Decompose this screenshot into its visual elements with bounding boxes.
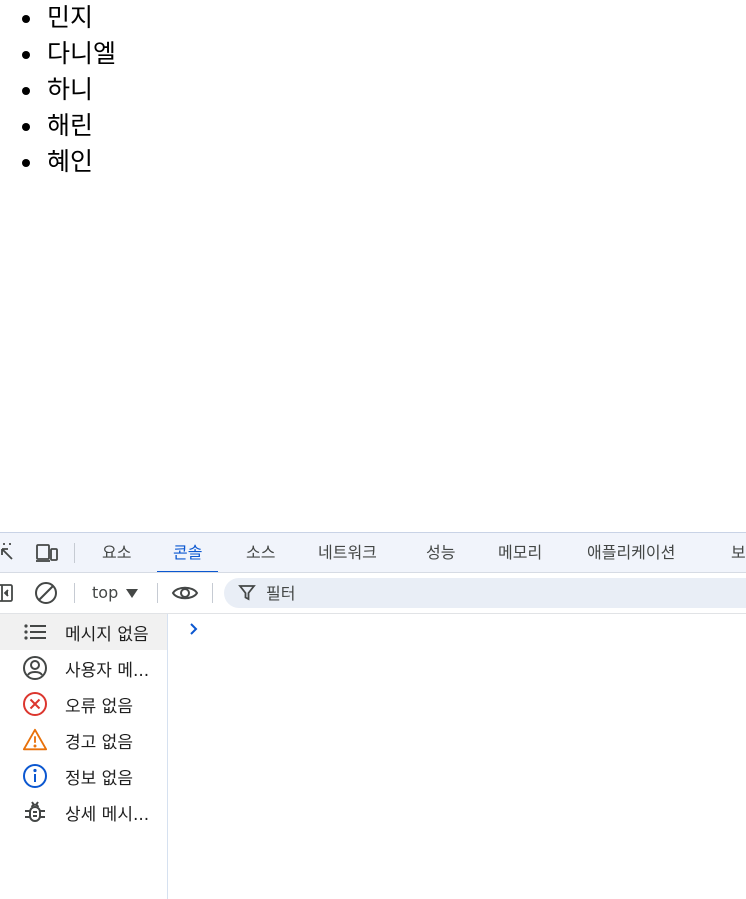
filter-box [224, 578, 746, 608]
tab-network[interactable]: 네트워크 [302, 533, 393, 572]
list-item-text: 다니엘 [47, 39, 117, 68]
devtools-tabbar: 요소 콘솔 소스 네트워크 성능 메모리 애플리케이션 보 [0, 532, 746, 573]
user-icon [22, 655, 48, 681]
tab-memory[interactable]: 메모리 [482, 533, 558, 572]
tab-sources[interactable]: 소스 [230, 533, 291, 572]
divider [212, 583, 213, 603]
list-item: 민지 [22, 0, 116, 36]
prompt-chevron-icon [190, 623, 198, 635]
divider [74, 583, 75, 603]
sidebar-item-label: 정보 없음 [65, 768, 133, 789]
list-item-text: 민지 [47, 3, 94, 32]
bullet [22, 123, 30, 131]
inspect-element-icon[interactable] [0, 541, 18, 565]
tab-application[interactable]: 애플리케이션 [571, 533, 691, 572]
caret-down-icon [126, 588, 139, 598]
sidebar-item-warnings[interactable]: 경고 없음 [0, 722, 167, 758]
tab-performance[interactable]: 성능 [410, 533, 471, 572]
sidebar-item-label: 상세 메시... [65, 804, 150, 825]
bullet [22, 51, 30, 59]
console-sidebar: 메시지 없음 사용자 메... 오류 없음 경고 없음 정보 없음 상세 메시.… [0, 614, 168, 899]
list-item-text: 해린 [47, 111, 94, 140]
bullet [22, 15, 30, 23]
sidebar-item-label: 오류 없음 [65, 696, 133, 717]
sidebar-item-verbose[interactable]: 상세 메시... [0, 794, 167, 830]
tab-console[interactable]: 콘솔 [157, 533, 219, 572]
sidebar-item-user-messages[interactable]: 사용자 메... [0, 650, 167, 686]
eye-icon[interactable] [170, 581, 200, 605]
list-item-text: 혜인 [47, 147, 94, 176]
tab-security[interactable]: 보 [715, 533, 746, 572]
sidebar-item-messages[interactable]: 메시지 없음 [0, 614, 167, 650]
devtools-panel: 요소 콘솔 소스 네트워크 성능 메모리 애플리케이션 보 top 필터 메시지… [0, 532, 746, 899]
sidebar-item-label: 메시지 없음 [65, 624, 149, 645]
device-toolbar-icon[interactable] [34, 541, 60, 565]
list-icon [22, 619, 48, 645]
context-selector[interactable]: top [84, 580, 146, 606]
list-item: 하니 [22, 72, 116, 108]
divider [157, 583, 158, 603]
bug-icon [22, 799, 48, 825]
clear-console-icon[interactable] [34, 581, 58, 605]
error-icon [22, 691, 48, 717]
filter-input[interactable] [266, 583, 686, 603]
filter-icon [238, 583, 258, 603]
list-item: 다니엘 [22, 36, 117, 72]
divider [74, 543, 75, 563]
member-list: 민지 다니엘 하니 해린 혜인 [0, 0, 116, 180]
console-toolbar: top [0, 573, 746, 614]
bullet [22, 87, 30, 95]
console-output[interactable] [169, 614, 746, 899]
sidebar-item-info[interactable]: 정보 없음 [0, 758, 167, 794]
list-item-text: 하니 [47, 75, 94, 104]
tab-elements[interactable]: 요소 [86, 533, 147, 572]
info-icon [22, 763, 48, 789]
list-item: 혜인 [22, 144, 116, 180]
sidebar-item-errors[interactable]: 오류 없음 [0, 686, 167, 722]
context-label: top [92, 583, 119, 602]
sidebar-item-label: 경고 없음 [65, 732, 133, 753]
list-item: 해린 [22, 108, 116, 144]
sidebar-item-label: 사용자 메... [65, 660, 150, 681]
bullet [22, 159, 30, 167]
warning-icon [22, 727, 48, 753]
sidebar-toggle-icon[interactable] [0, 581, 16, 605]
